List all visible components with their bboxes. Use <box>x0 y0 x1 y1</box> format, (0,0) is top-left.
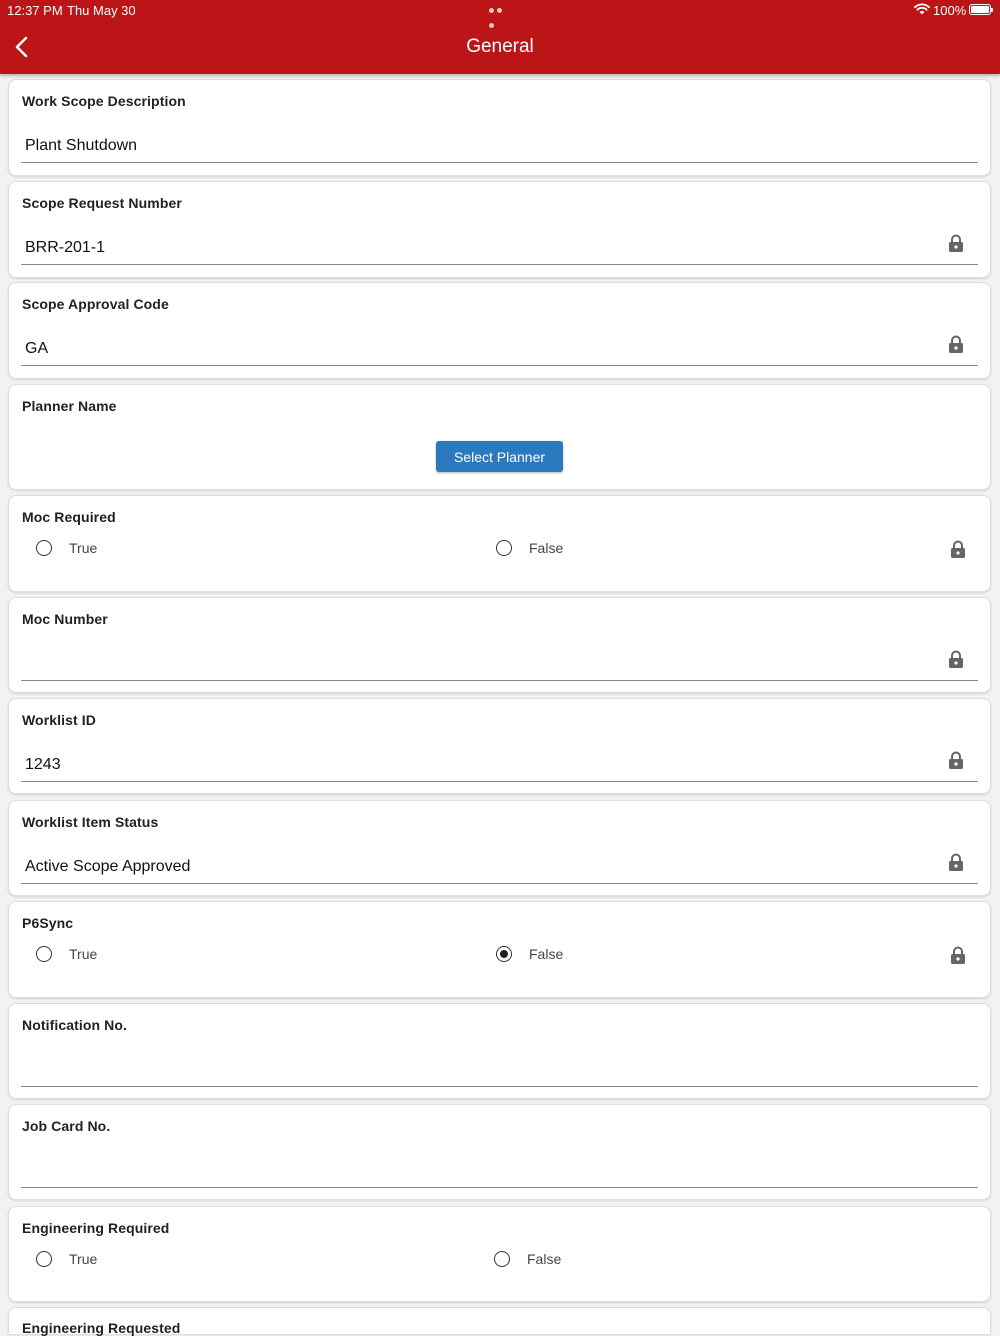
field-label: Notification No. <box>22 1017 128 1033</box>
field-underline <box>21 1086 978 1087</box>
engineering-required-true-radio[interactable]: True <box>36 1251 97 1267</box>
field-label: Work Scope Description <box>22 93 186 109</box>
multitasking-dots-icon[interactable] <box>489 8 511 28</box>
scope-request-number-field: BRR-201-1 <box>25 239 106 256</box>
radio-label: True <box>69 1251 98 1267</box>
field-underline <box>21 162 978 163</box>
scope-approval-code-card: Scope Approval Code GA <box>8 282 991 379</box>
field-label: Scope Approval Code <box>22 296 169 312</box>
battery-icon <box>969 4 993 15</box>
moc-number-card: Moc Number <box>8 597 991 693</box>
lock-icon <box>949 335 963 353</box>
worklist-item-status-field: Active Scope Approved <box>25 858 191 875</box>
field-label: Moc Number <box>22 611 108 627</box>
radio-label: False <box>529 540 564 556</box>
field-underline <box>21 1187 978 1188</box>
radio-unchecked-icon[interactable] <box>36 540 52 556</box>
field-underline <box>21 781 978 782</box>
engineering-required-false-radio[interactable]: False <box>494 1251 561 1267</box>
status-time: 12:37 PM <box>7 3 63 18</box>
p6sync-false-radio[interactable]: False <box>496 946 563 962</box>
radio-unchecked-icon[interactable] <box>36 1251 52 1267</box>
field-label: P6Sync <box>22 915 74 931</box>
work-scope-description-input[interactable]: Plant Shutdown <box>25 137 137 155</box>
radio-label: True <box>69 946 98 962</box>
scope-request-number-card: Scope Request Number BRR-201-1 <box>8 181 991 278</box>
lock-icon <box>949 751 963 769</box>
worklist-id-card: Worklist ID 1243 <box>8 698 991 794</box>
job-card-no-card: Job Card No. <box>8 1104 991 1200</box>
p6sync-card: P6Sync True False <box>8 901 991 998</box>
app-header: 12:37 PM Thu May 30 100% General <box>0 0 1000 74</box>
radio-unchecked-icon[interactable] <box>36 946 52 962</box>
field-underline <box>21 264 978 265</box>
select-planner-button[interactable]: Select Planner <box>436 441 563 472</box>
field-label: Scope Request Number <box>22 195 182 211</box>
field-label: Moc Required <box>22 509 116 525</box>
radio-unchecked-icon[interactable] <box>494 1251 510 1267</box>
worklist-item-status-card: Worklist Item Status Active Scope Approv… <box>8 800 991 896</box>
radio-unchecked-icon[interactable] <box>496 540 512 556</box>
page-title: General <box>466 36 534 57</box>
battery-percentage: 100% <box>933 3 967 18</box>
engineering-required-card: Engineering Required True False <box>8 1206 991 1302</box>
planner-name-card: Planner Name Select Planner <box>8 384 991 490</box>
field-underline <box>21 680 978 681</box>
moc-required-card: Moc Required True False <box>8 495 991 592</box>
lock-icon <box>949 650 963 668</box>
field-label: Engineering Required <box>22 1220 170 1236</box>
field-label: Worklist Item Status <box>22 814 159 830</box>
radio-label: False <box>527 1251 562 1267</box>
worklist-id-field: 1243 <box>25 756 61 773</box>
radio-checked-icon[interactable] <box>496 946 512 962</box>
field-label: Worklist ID <box>22 712 96 728</box>
lock-icon <box>949 234 963 252</box>
field-label: Planner Name <box>22 398 117 414</box>
engineering-requested-card: Engineering Requested <box>8 1307 991 1336</box>
p6sync-true-radio[interactable]: True <box>36 946 97 962</box>
radio-label: True <box>69 540 98 556</box>
field-label: Job Card No. <box>22 1118 111 1134</box>
scope-approval-code-field: GA <box>25 340 49 357</box>
lock-icon <box>949 853 963 871</box>
work-scope-description-card: Work Scope Description Plant Shutdown <box>8 79 991 176</box>
field-underline <box>21 883 978 884</box>
notification-no-card: Notification No. <box>8 1003 991 1099</box>
status-bar: 12:37 PM Thu May 30 100% <box>0 0 1000 28</box>
status-date: Thu May 30 <box>67 3 136 18</box>
radio-label: False <box>529 946 564 962</box>
wifi-icon <box>914 3 930 15</box>
field-underline <box>21 365 978 366</box>
moc-required-true-radio[interactable]: True <box>36 540 97 556</box>
lock-icon <box>951 946 965 964</box>
moc-required-false-radio[interactable]: False <box>496 540 563 556</box>
lock-icon <box>951 540 965 558</box>
